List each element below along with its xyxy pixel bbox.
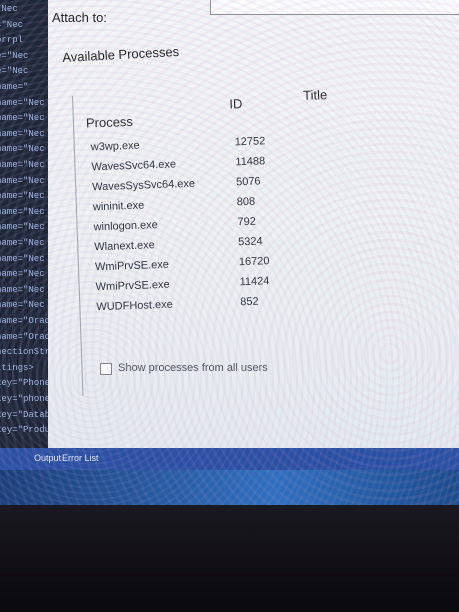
process-name: winlogon.exe bbox=[93, 219, 158, 234]
process-id: 808 bbox=[236, 195, 256, 209]
code-line: name="Nec bbox=[0, 253, 45, 264]
monitor-bezel bbox=[0, 505, 459, 612]
code-line: key="Phone bbox=[0, 378, 48, 389]
process-name: WUDFHost.exe bbox=[96, 298, 173, 314]
process-list[interactable]: Process ID Title w3wp.exe 12752 WavesSvc64… bbox=[72, 85, 384, 396]
process-name: Wlanext.exe bbox=[94, 239, 155, 254]
code-line: name="Nec bbox=[0, 300, 45, 311]
code-line: name="Nec bbox=[0, 238, 45, 248]
code-line: ttings> bbox=[0, 362, 34, 373]
code-line: e="Nec bbox=[0, 66, 29, 77]
code-line: nectionStrings bbox=[0, 347, 48, 358]
code-line: name="Nec bbox=[0, 113, 45, 124]
tab-error-list[interactable]: Error List bbox=[62, 453, 99, 463]
monitor-screen: "Nec ="Nec orrpl e="Nec e="Nec name=" name="Ne… bbox=[0, 0, 459, 505]
process-id: 852 bbox=[240, 295, 259, 309]
code-line: name=" bbox=[0, 82, 29, 92]
code-line: name="Nec bbox=[0, 222, 45, 233]
column-header-id[interactable]: ID bbox=[229, 96, 243, 111]
code-line: name="Nec bbox=[0, 97, 45, 108]
vs-tool-window-bar: Output Error List bbox=[0, 448, 459, 470]
code-line: name="Nec bbox=[0, 175, 45, 186]
code-editor-strip: "Nec ="Nec orrpl e="Nec e="Nec name=" name="Ne… bbox=[0, 0, 48, 450]
process-id: 11488 bbox=[235, 155, 266, 169]
code-line: "Nec bbox=[0, 4, 18, 14]
code-line: name="Nec bbox=[0, 160, 45, 170]
column-header-title[interactable]: Title bbox=[303, 87, 328, 103]
process-id: 5076 bbox=[235, 175, 261, 189]
tab-output[interactable]: Output bbox=[34, 453, 61, 463]
process-name: WavesSysSvc64.exe bbox=[91, 177, 196, 194]
process-name: WmiPrvSE.exe bbox=[95, 278, 170, 294]
code-line: name="Oracle bbox=[0, 316, 48, 326]
process-rows: w3wp.exe 12752 WavesSvc64.exe 11488 WavesSys… bbox=[73, 85, 373, 313]
show-all-users-label: Show processes from all users bbox=[118, 362, 268, 374]
process-name: w3wp.exe bbox=[90, 139, 140, 154]
taskbar bbox=[0, 470, 459, 505]
code-line: orrpl bbox=[0, 35, 24, 46]
process-name: wininit.exe bbox=[92, 199, 145, 214]
code-line: name="Nec bbox=[0, 269, 45, 280]
code-line: name="Nec bbox=[0, 284, 45, 295]
code-line: e="Nec bbox=[0, 50, 29, 61]
attach-to-field[interactable] bbox=[210, 0, 459, 15]
code-line: name="Nec bbox=[0, 128, 45, 139]
process-id: 12752 bbox=[234, 135, 266, 149]
code-line: name="Nec bbox=[0, 206, 45, 217]
process-id: 16720 bbox=[238, 255, 270, 269]
code-line: name="Nec bbox=[0, 144, 45, 155]
process-name: WmiPrvSE.exe bbox=[94, 258, 170, 274]
code-line: name="Nec bbox=[0, 191, 45, 202]
available-processes-label: Available Processes bbox=[62, 43, 180, 65]
code-line: key="Product bbox=[0, 425, 48, 436]
process-id: 11424 bbox=[239, 275, 270, 289]
column-header-process[interactable]: Process bbox=[86, 114, 133, 131]
show-all-users-checkbox[interactable] bbox=[100, 363, 112, 375]
code-line: key="Datab bbox=[0, 409, 48, 420]
process-name: WavesSvc64.exe bbox=[91, 158, 177, 174]
process-id: 5324 bbox=[237, 235, 263, 249]
process-id: 792 bbox=[237, 215, 257, 229]
code-line: name="Oracle bbox=[0, 331, 48, 342]
code-line: ="Nec bbox=[0, 19, 24, 30]
attach-to-label: Attach to: bbox=[52, 10, 107, 25]
code-line: key="phone bbox=[0, 394, 48, 404]
